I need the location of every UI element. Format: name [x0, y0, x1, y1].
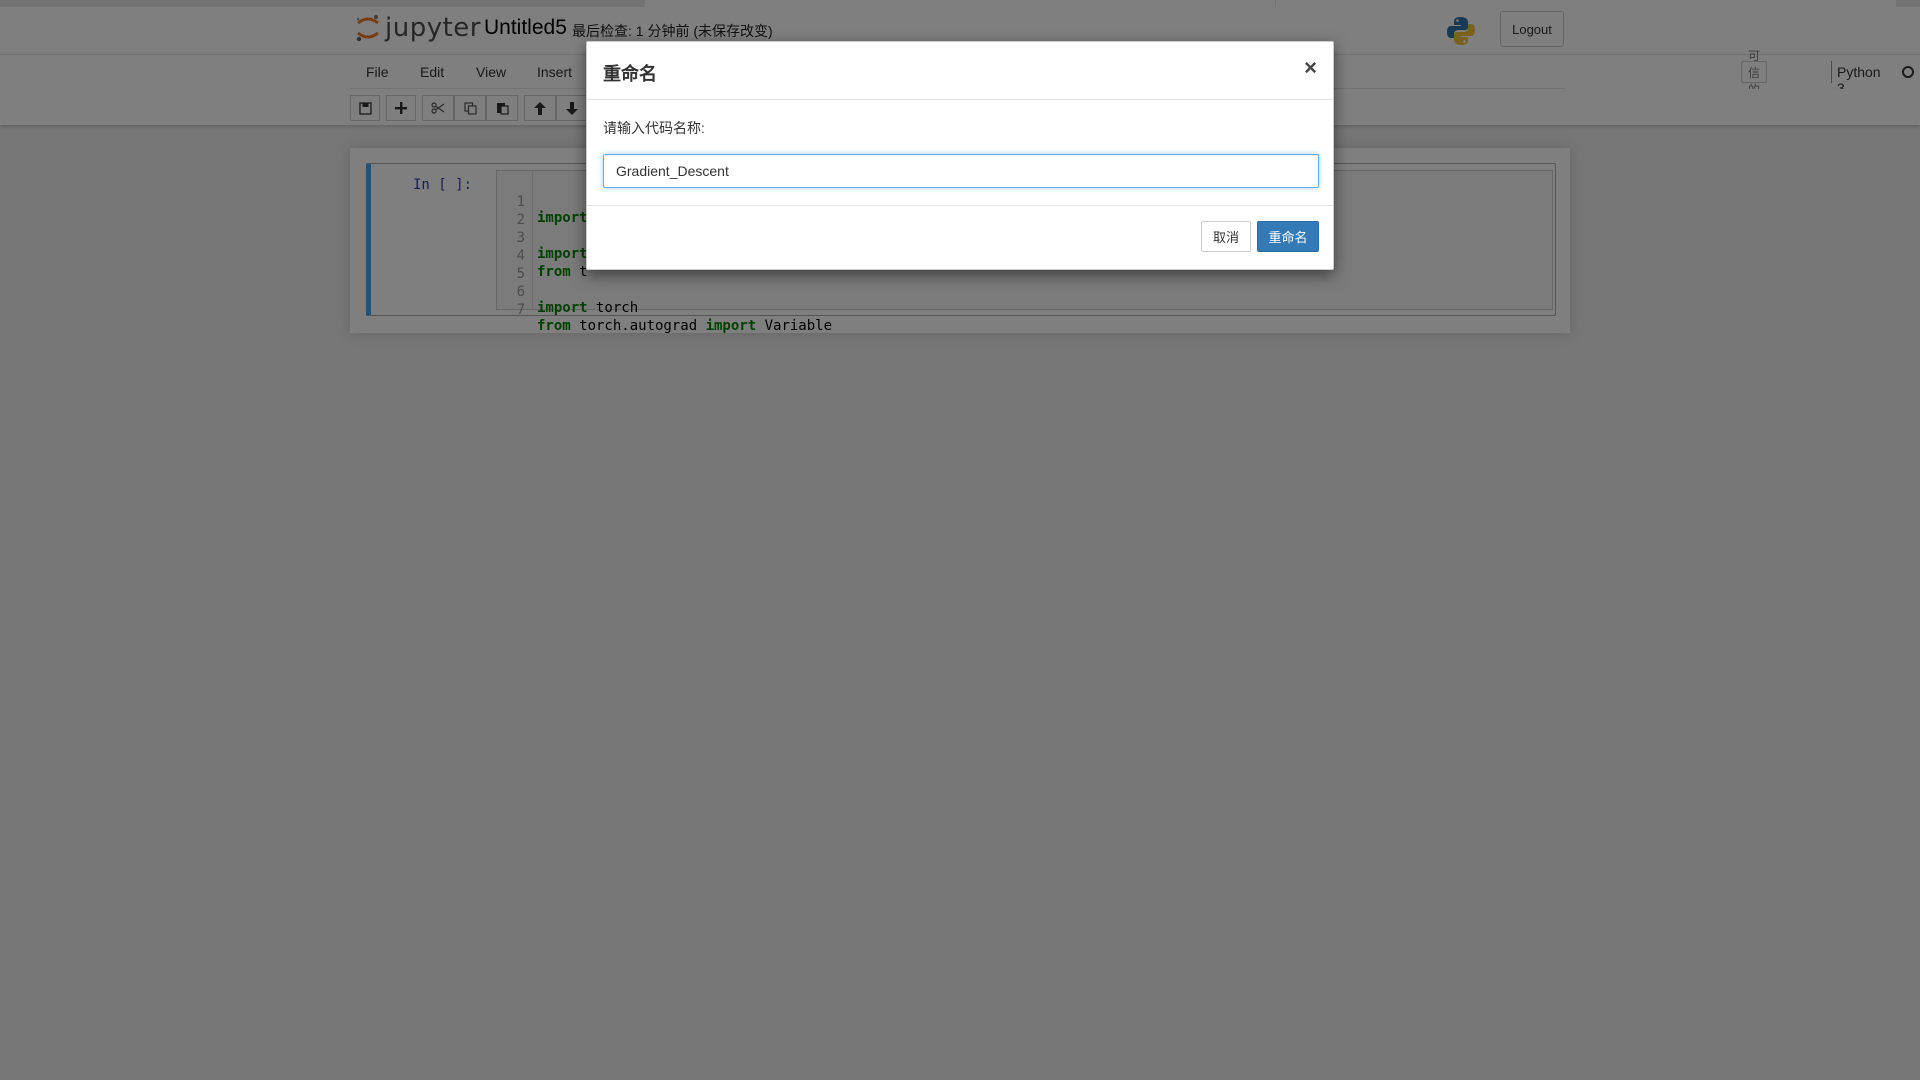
dialog-header: 重命名 × — [587, 42, 1333, 100]
dialog-body: 请输入代码名称: — [587, 100, 1333, 206]
dialog-title: 重命名 — [603, 64, 657, 84]
close-icon[interactable]: × — [1304, 57, 1317, 79]
dialog-footer: 取消 重命名 — [587, 206, 1333, 270]
rename-dialog: 重命名 × 请输入代码名称: 取消 重命名 — [586, 41, 1334, 270]
name-prompt-label: 请输入代码名称: — [603, 120, 705, 136]
notebook-name-input[interactable] — [603, 154, 1319, 188]
rename-button[interactable]: 重命名 — [1257, 221, 1319, 252]
cancel-button[interactable]: 取消 — [1201, 221, 1251, 252]
